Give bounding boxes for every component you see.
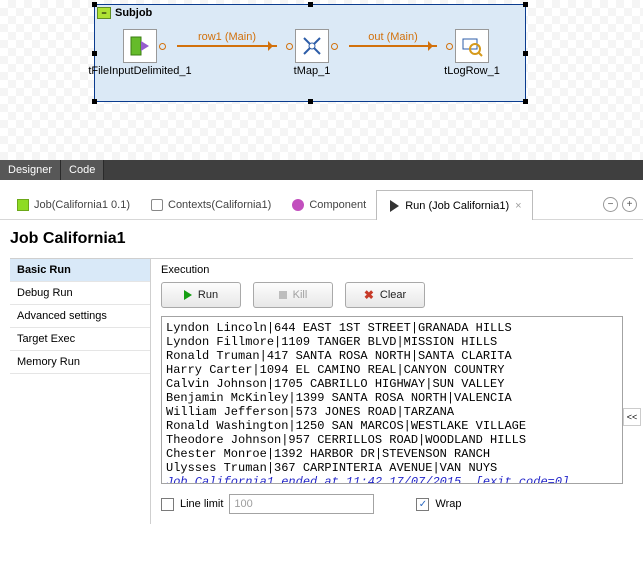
job-icon — [16, 198, 30, 212]
file-input-icon — [123, 29, 157, 63]
node-label: tLogRow_1 — [444, 65, 500, 77]
subjob-title-text: Subjob — [115, 7, 152, 19]
console-line: Ronald Washington|1250 SAN MARCOS|WESTLA… — [166, 419, 618, 433]
view-contexts[interactable]: Contexts(California1) — [140, 191, 281, 219]
output-port[interactable] — [159, 43, 166, 50]
play-icon — [390, 200, 399, 212]
execution-toolbar: Run Kill ✖ Clear — [161, 282, 623, 308]
sidebar-item-target-exec[interactable]: Target Exec — [10, 328, 150, 351]
button-label: Run — [198, 289, 218, 301]
maximize-button[interactable]: + — [622, 197, 637, 212]
run-icon — [184, 290, 192, 300]
run-button[interactable]: Run — [161, 282, 241, 308]
console-line: Lyndon Fillmore|1109 TANGER BLVD|MISSION… — [166, 335, 618, 349]
tlogrow-icon — [455, 29, 489, 63]
view-label: Contexts(California1) — [168, 199, 271, 211]
link-label: out (Main) — [368, 31, 418, 43]
sidebar-item-basic-run[interactable]: Basic Run — [10, 259, 150, 282]
console-line: Ulysses Truman|367 CARPINTERIA AVENUE|VA… — [166, 461, 618, 475]
console-line: Lyndon Lincoln|644 EAST 1ST STREET|GRANA… — [166, 321, 618, 335]
execution-section-title: Execution — [161, 264, 623, 276]
views-bar: Job(California1 0.1) Contexts(California… — [0, 190, 643, 220]
run-side-menu: Basic Run Debug Run Advanced settings Ta… — [10, 259, 151, 524]
run-view: Job California1 Basic Run Debug Run Adva… — [0, 220, 643, 534]
page-title: Job California1 — [10, 230, 633, 248]
wrap-label: Wrap — [435, 498, 461, 510]
console-line: Harry Carter|1094 EL CAMINO REAL|CANYON … — [166, 363, 618, 377]
view-component[interactable]: Component — [281, 191, 376, 219]
node-label: tMap_1 — [294, 65, 331, 77]
output-port[interactable] — [331, 43, 338, 50]
clear-icon: ✖ — [364, 288, 374, 302]
execution-panel: Execution Run Kill ✖ Clear Lyndon Lincol… — [151, 259, 633, 524]
subjob-title[interactable]: − Subjob — [97, 7, 152, 19]
resize-handle[interactable] — [308, 2, 313, 7]
view-run[interactable]: Run (Job California1) × — [376, 190, 532, 220]
console-line: Calvin Johnson|1705 CABRILLO HIGHWAY|SUN… — [166, 377, 618, 391]
resize-handle[interactable] — [523, 99, 528, 104]
console-line: Benjamin McKinley|1399 SANTA ROSA NORTH|… — [166, 391, 618, 405]
console-options: Line limit ✓ Wrap — [161, 494, 623, 514]
collapse-icon[interactable]: − — [97, 7, 111, 19]
kill-button[interactable]: Kill — [253, 282, 333, 308]
tab-code[interactable]: Code — [61, 160, 104, 180]
scroll-left-icon[interactable]: << — [623, 408, 641, 426]
clear-button[interactable]: ✖ Clear — [345, 282, 425, 308]
close-icon[interactable]: × — [515, 200, 521, 212]
view-toolbar: − + — [603, 197, 637, 212]
console-line: Chester Monroe|1392 HARBOR DR|STEVENSON … — [166, 447, 618, 461]
line-limit-label: Line limit — [180, 498, 223, 510]
view-label: Run (Job California1) — [405, 200, 509, 212]
tmap-icon — [295, 29, 329, 63]
node-tmap[interactable]: tMap_1 — [257, 29, 367, 77]
wrap-checkbox[interactable]: ✓ — [416, 498, 429, 511]
minimize-button[interactable]: − — [603, 197, 618, 212]
sidebar-item-debug-run[interactable]: Debug Run — [10, 282, 150, 305]
console-line: William Jefferson|573 JONES ROAD|TARZANA — [166, 405, 618, 419]
resize-handle[interactable] — [523, 2, 528, 7]
editor-tabs: Designer Code — [0, 160, 643, 180]
contexts-icon — [150, 198, 164, 212]
line-limit-checkbox[interactable] — [161, 498, 174, 511]
sidebar-item-advanced-settings[interactable]: Advanced settings — [10, 305, 150, 328]
design-canvas[interactable]: − Subjob tFileInputDelimited_1 row1 (Mai… — [0, 0, 643, 160]
view-label: Component — [309, 199, 366, 211]
node-label: tFileInputDelimited_1 — [88, 65, 191, 77]
console-status-line: Job California1 ended at 11:42 17/07/201… — [166, 475, 618, 484]
console-output[interactable]: Lyndon Lincoln|644 EAST 1ST STREET|GRANA… — [161, 316, 623, 484]
sidebar-item-memory-run[interactable]: Memory Run — [10, 351, 150, 374]
link-label: row1 (Main) — [198, 31, 256, 43]
view-job[interactable]: Job(California1 0.1) — [6, 191, 140, 219]
button-label: Clear — [380, 289, 406, 301]
resize-handle[interactable] — [308, 99, 313, 104]
subjob-container[interactable]: − Subjob tFileInputDelimited_1 row1 (Mai… — [94, 4, 526, 102]
line-limit-input[interactable] — [229, 494, 374, 514]
tab-designer[interactable]: Designer — [0, 160, 61, 180]
node-file-input[interactable]: tFileInputDelimited_1 — [85, 29, 195, 77]
palette-icon — [292, 199, 304, 211]
input-port[interactable] — [286, 43, 293, 50]
console-line: Ronald Truman|417 SANTA ROSA NORTH|SANTA… — [166, 349, 618, 363]
button-label: Kill — [293, 289, 308, 301]
node-tlogrow[interactable]: tLogRow_1 — [417, 29, 527, 77]
console-line: Theodore Johnson|957 CERRILLOS ROAD|WOOD… — [166, 433, 618, 447]
input-port[interactable] — [446, 43, 453, 50]
resize-handle[interactable] — [92, 99, 97, 104]
view-label: Job(California1 0.1) — [34, 199, 130, 211]
stop-icon — [279, 291, 287, 299]
